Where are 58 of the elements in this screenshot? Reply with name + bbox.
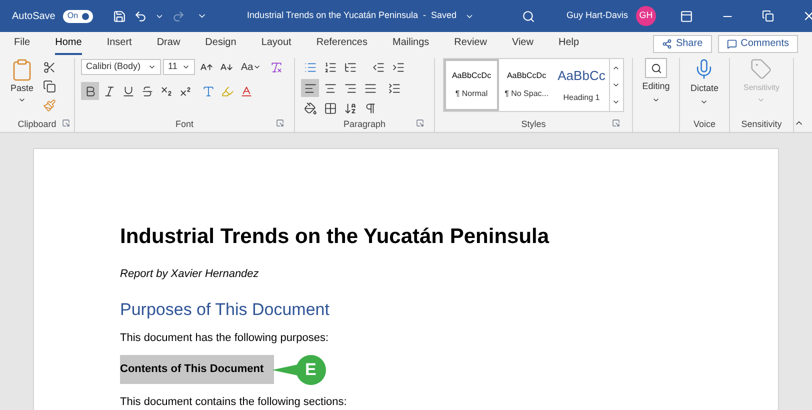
ribbon-tab[interactable]: References: [316, 32, 368, 55]
group-label: Clipboard: [18, 118, 56, 132]
group-label: Paragraph: [343, 118, 386, 132]
tag-icon: [750, 58, 772, 80]
body-paragraph: This document has the following purposes:: [120, 332, 329, 344]
user-avatar[interactable]: GH: [636, 6, 656, 26]
change-case-button[interactable]: Aa: [241, 60, 262, 74]
style-gallery-item[interactable]: AaBbCcDc ¶ Normal: [444, 59, 499, 111]
close-icon[interactable]: [802, 9, 812, 23]
document-title: Industrial Trends on the Yucatán Peninsula - Saved: [247, 9, 457, 22]
dialog-launcher-icon[interactable]: [416, 119, 424, 128]
ribbon-tab[interactable]: Mailings: [392, 32, 430, 55]
font-name-field[interactable]: Calibri (Body): [81, 59, 161, 75]
section-heading: Purposes of This Document: [120, 300, 330, 318]
undo-icon[interactable]: [134, 10, 148, 22]
ribbon-display-icon[interactable]: [680, 10, 694, 22]
font-size-field[interactable]: 11: [163, 59, 195, 75]
ribbon-tab[interactable]: Help: [558, 32, 580, 55]
autosave-label: AutoSave: [12, 10, 56, 24]
body-paragraph: This document contains the following sections:: [120, 396, 347, 408]
style-gallery-item[interactable]: AaBbCc Heading 1: [554, 59, 609, 111]
caret-icon: [182, 63, 190, 71]
ribbon-tab[interactable]: Design: [205, 32, 236, 55]
dialog-launcher-icon[interactable]: [62, 119, 70, 128]
ribbon-tab[interactable]: File: [14, 32, 30, 55]
share-button[interactable]: Share: [652, 34, 712, 52]
caret-icon: [253, 63, 262, 71]
dialog-launcher-icon[interactable]: [612, 119, 620, 128]
ribbon-tab[interactable]: Review: [454, 32, 487, 55]
caret-icon: [757, 96, 766, 104]
ribbon-tab[interactable]: Layout: [261, 32, 292, 55]
ribbon-tab[interactable]: Insert: [106, 32, 132, 55]
user-name: Guy Hart-Davis: [566, 9, 628, 22]
share-icon: [662, 38, 672, 48]
dialog-launcher-icon[interactable]: [276, 119, 284, 128]
align-left-icon[interactable]: [301, 79, 319, 97]
style-gallery-item[interactable]: AaBbCcDc ¶ No Spac...: [499, 59, 554, 111]
bold-icon[interactable]: [81, 82, 99, 100]
search-icon: [650, 62, 662, 74]
caret-icon: [148, 63, 156, 71]
search-icon[interactable]: [522, 10, 535, 22]
editing-button[interactable]: Editing: [642, 58, 670, 104]
ribbon-tab[interactable]: Draw: [156, 32, 180, 55]
ribbon-tab[interactable]: View: [512, 32, 534, 55]
byline-text: Report by Xavier Hernandez: [120, 268, 259, 280]
save-icon[interactable]: [113, 10, 126, 22]
group-label: Sensitivity: [741, 118, 782, 132]
autosave-toggle[interactable]: On: [63, 10, 94, 22]
comment-icon: [726, 38, 737, 48]
group-label: Font: [175, 118, 194, 132]
paste-button[interactable]: Paste: [8, 58, 36, 118]
dictate-button[interactable]: Dictate: [690, 58, 718, 106]
comments-button[interactable]: Comments: [718, 34, 798, 52]
group-label: Styles: [521, 118, 546, 132]
restore-icon[interactable]: [762, 10, 774, 22]
group-label: Voice: [693, 118, 716, 132]
document-title-text: Industrial Trends on the Yucatán Peninsula: [120, 225, 550, 248]
selected-paragraph: Contents of This Document: [120, 355, 274, 384]
